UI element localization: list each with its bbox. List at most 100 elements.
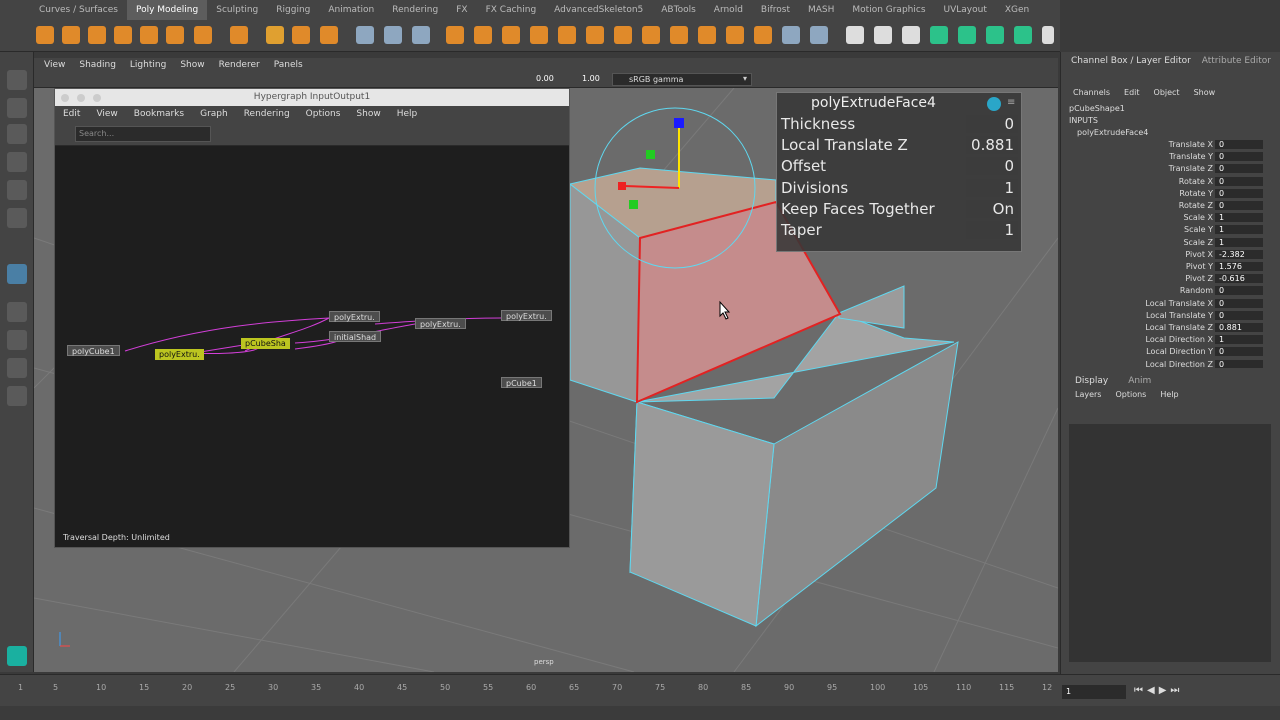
hud-value[interactable]: On	[966, 200, 1018, 218]
mirror-icon[interactable]	[412, 26, 430, 44]
triangulate-icon[interactable]	[902, 26, 920, 44]
cb-attr-value[interactable]: 0	[1215, 347, 1263, 357]
single-perspective-icon[interactable]	[7, 302, 27, 322]
quad-draw-icon[interactable]	[698, 26, 716, 44]
poly-torus-icon[interactable]	[140, 26, 158, 44]
layer-list[interactable]	[1069, 424, 1271, 662]
hg-menu-options[interactable]: Options	[306, 109, 341, 119]
hud-value[interactable]: 0.881	[966, 136, 1018, 154]
layout-icon[interactable]	[7, 358, 27, 378]
platonic-solid-icon[interactable]	[230, 26, 248, 44]
rotate-tool-icon[interactable]	[7, 180, 27, 200]
cb-attr-row[interactable]: Pivot Z -0.616	[1061, 274, 1271, 286]
cb-menu-object[interactable]: Object	[1154, 88, 1180, 100]
shelf-tab[interactable]: FX	[447, 0, 476, 20]
cb-attr-value[interactable]: 0.881	[1215, 323, 1263, 332]
menu-show[interactable]: Show	[180, 60, 204, 70]
uv-auto-icon[interactable]	[1014, 26, 1032, 44]
cb-attr-row[interactable]: Scale X1	[1061, 213, 1271, 225]
poly-cone-icon[interactable]	[114, 26, 132, 44]
shelf-tab[interactable]: FX Caching	[477, 0, 546, 20]
cb-attr-row[interactable]: Pivot Y 1.576	[1061, 262, 1271, 274]
bridge-icon[interactable]	[530, 26, 548, 44]
cb-object-name[interactable]: pCubeShape1	[1069, 104, 1125, 113]
gamma-field[interactable]: 1.00	[582, 74, 600, 83]
manip-z-handle[interactable]	[674, 118, 684, 128]
hg-node-pcubeshape[interactable]: pCubeSha	[241, 338, 290, 349]
cb-attr-value[interactable]: 0	[1215, 152, 1263, 162]
hud-row-thickness[interactable]: Thickness 0	[781, 115, 1021, 136]
color-space-dropdown[interactable]: sRGB gamma ▾	[612, 73, 752, 86]
cb-attr-row[interactable]: Translate Y0	[1061, 152, 1271, 164]
uv-cylindrical-icon[interactable]	[958, 26, 976, 44]
hud-value[interactable]: 1	[966, 221, 1018, 239]
cb-attr-row[interactable]: Rotate X0	[1061, 176, 1271, 189]
poly-sphere-icon[interactable]	[36, 26, 54, 44]
hg-menu-view[interactable]: View	[96, 109, 117, 119]
current-frame-field[interactable]: 1	[1062, 685, 1126, 699]
hg-menu-rendering[interactable]: Rendering	[244, 109, 290, 119]
cb-attr-value[interactable]: 0	[1215, 298, 1263, 308]
cb-menu-show[interactable]: Show	[1194, 88, 1216, 100]
smooth-icon[interactable]	[446, 26, 464, 44]
shelf-tab[interactable]: Sculpting	[207, 0, 267, 20]
hud-value[interactable]: 1	[966, 179, 1018, 197]
tab-anim[interactable]: Anim	[1128, 376, 1151, 390]
move-tool-icon[interactable]	[7, 152, 27, 172]
insert-loop-icon[interactable]	[726, 26, 744, 44]
cb-menu-edit[interactable]: Edit	[1124, 88, 1140, 100]
merge-icon[interactable]	[810, 26, 828, 44]
text-icon[interactable]	[292, 26, 310, 44]
hud-row-keep-faces-together[interactable]: Keep Faces Together On	[781, 200, 1021, 221]
hud-row-local-translate-z[interactable]: Local Translate Z 0.881	[781, 136, 1021, 157]
cb-attr-row[interactable]: Random 0	[1061, 286, 1271, 298]
paint-select-icon[interactable]	[7, 124, 27, 144]
hud-row-divisions[interactable]: Divisions 1	[781, 179, 1021, 200]
hud-toggle-icon[interactable]	[987, 97, 1001, 111]
shelf-tab[interactable]: UVLayout	[935, 0, 996, 20]
hg-menu-edit[interactable]: Edit	[63, 109, 80, 119]
menu-lighting[interactable]: Lighting	[130, 60, 166, 70]
edit-edge-flow-icon[interactable]	[846, 26, 864, 44]
maximize-icon[interactable]	[93, 94, 101, 102]
cb-attr-row[interactable]: Scale Y1	[1061, 225, 1271, 237]
hg-node-polyextrude[interactable]: polyExtru.	[155, 349, 204, 360]
shelf-tab[interactable]: Rigging	[267, 0, 319, 20]
cb-attr-value[interactable]: 0	[1215, 310, 1263, 320]
uv-spherical-icon[interactable]	[986, 26, 1004, 44]
close-icon[interactable]	[61, 94, 69, 102]
uv-planar-icon[interactable]	[930, 26, 948, 44]
poly-cube-icon[interactable]	[62, 26, 80, 44]
select-tool-icon[interactable]	[7, 70, 27, 90]
hg-menu-help[interactable]: Help	[397, 109, 418, 119]
cb-attr-value[interactable]: 0	[1215, 164, 1263, 174]
hud-value[interactable]: 0	[966, 157, 1018, 175]
time-slider[interactable]: 1 5 10 15 20 25 30 35 40 45 50 55 60 65 70 75 80 85 90 95 10…	[0, 674, 1280, 706]
cb-attr-value[interactable]: 0	[1215, 286, 1263, 296]
cb-attr-row[interactable]: Pivot X -2.382	[1061, 249, 1271, 262]
menu-view[interactable]: View	[44, 60, 65, 70]
svg-icon[interactable]	[320, 26, 338, 44]
target-weld-icon[interactable]	[642, 26, 660, 44]
shelf-tab[interactable]: AdvancedSkeleton5	[545, 0, 652, 20]
uv-editor-icon[interactable]	[1042, 26, 1054, 44]
cb-attr-row[interactable]: Local Translate X0	[1061, 298, 1271, 311]
cb-attr-row[interactable]: Rotate Z0	[1061, 201, 1271, 213]
shelf-tab[interactable]: Arnold	[705, 0, 752, 20]
multi-cut-icon[interactable]	[614, 26, 632, 44]
hg-search-input[interactable]: Search...	[75, 126, 211, 142]
combine-icon[interactable]	[356, 26, 374, 44]
cb-attr-row[interactable]: Local Direction X1	[1061, 335, 1271, 347]
connect-icon[interactable]	[670, 26, 688, 44]
offset-loop-icon[interactable]	[754, 26, 772, 44]
hg-node-pcube1[interactable]: pCube1	[501, 377, 542, 388]
manip-plane-handle-2[interactable]	[629, 200, 638, 209]
fill-hole-icon[interactable]	[586, 26, 604, 44]
range-slider[interactable]	[0, 706, 1280, 720]
tab-channel-box[interactable]: Channel Box / Layer Editor	[1071, 56, 1191, 72]
cb-attr-row[interactable]: Local Direction Y0	[1061, 347, 1271, 359]
shelf-tab[interactable]: Animation	[319, 0, 383, 20]
append-icon[interactable]	[558, 26, 576, 44]
tab-attribute-editor[interactable]: Attribute Editor	[1202, 56, 1271, 72]
four-view-icon[interactable]	[7, 330, 27, 350]
